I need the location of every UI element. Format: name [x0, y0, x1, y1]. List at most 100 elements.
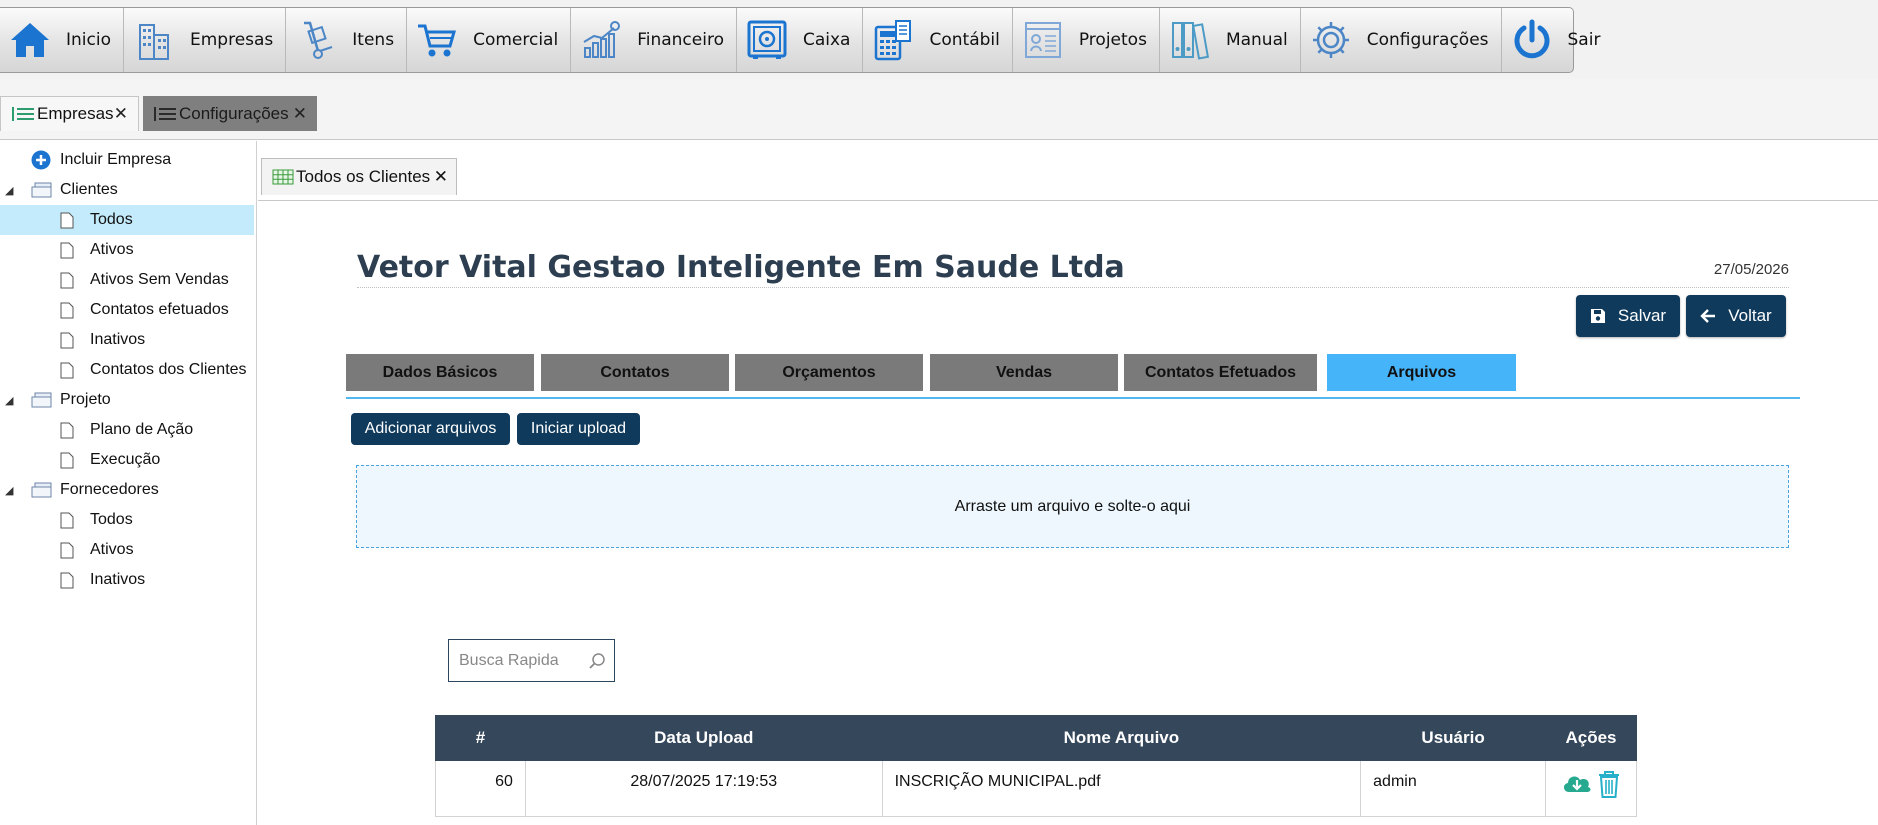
tree-item-inativos[interactable]: Inativos — [0, 325, 254, 355]
menu-manual[interactable]: Manual — [1160, 8, 1301, 72]
save-button[interactable]: Salvar — [1576, 295, 1680, 337]
column-header[interactable]: Nome Arquivo — [881, 715, 1362, 761]
page-icon — [60, 512, 74, 529]
tree-item-fornecedores-ativos[interactable]: Ativos — [0, 535, 254, 565]
tree-item-ativos-sem-vendas[interactable]: Ativos Sem Vendas — [0, 265, 254, 295]
table-header-row: # Data Upload Nome Arquivo Usuário Ações — [435, 715, 1637, 761]
tab-configuracoes[interactable]: Configurações ✕ — [143, 96, 317, 131]
list-icon — [11, 106, 35, 122]
open-tabs-strip: Empresas ✕ Configurações ✕ — [0, 79, 1878, 140]
folder-icon — [31, 182, 53, 198]
collapse-arrow-icon[interactable]: ◢ — [5, 184, 13, 197]
tree-label: Fornecedores — [60, 481, 159, 498]
tree-item-execucao[interactable]: Execução — [0, 445, 254, 475]
menu-contabil[interactable]: Contábil — [863, 8, 1013, 72]
start-upload-button[interactable]: Iniciar upload — [517, 413, 640, 445]
binders-icon — [1168, 18, 1212, 62]
menu-projetos[interactable]: Projetos — [1013, 8, 1160, 72]
search-icon[interactable] — [588, 652, 606, 675]
tree-item-fornecedores-inativos[interactable]: Inativos — [0, 565, 254, 595]
tree-add-company[interactable]: Incluir Empresa — [0, 145, 254, 175]
cell-actions — [1545, 760, 1637, 817]
tab-todos-os-clientes[interactable]: Todos os Clientes ✕ — [261, 158, 457, 195]
file-dropzone[interactable]: Arraste um arquivo e solte-o aqui — [356, 465, 1789, 548]
tree-item-fornecedores-todos[interactable]: Todos — [0, 505, 254, 535]
tree-label: Contatos dos Clientes — [90, 361, 247, 378]
page-icon — [60, 362, 74, 379]
folder-icon — [31, 392, 53, 408]
tree-item-plano-de-acao[interactable]: Plano de Ação — [0, 415, 254, 445]
sidebar-tree: Incluir Empresa ◢ Clientes Todos Ativos … — [0, 141, 257, 825]
menu-configuracoes[interactable]: Configurações — [1301, 8, 1502, 72]
tree-group-fornecedores[interactable]: ◢ Fornecedores — [0, 475, 254, 505]
add-circle-icon — [31, 150, 51, 170]
cloud-download-icon[interactable] — [1561, 771, 1593, 802]
collapse-arrow-icon[interactable]: ◢ — [5, 394, 13, 407]
page-icon — [60, 332, 74, 349]
tab-label: Todos os Clientes — [296, 167, 431, 186]
tree-item-contatos-efetuados[interactable]: Contatos efetuados — [0, 295, 254, 325]
main-menu-bar: Inicio Empresas Itens Comercial Financei… — [0, 7, 1600, 73]
menu-label: Empresas — [189, 30, 274, 50]
menu-label: Configurações — [1366, 30, 1489, 50]
home-icon — [8, 18, 52, 62]
add-files-button[interactable]: Adicionar arquivos — [351, 413, 510, 445]
arrow-left-icon — [1700, 309, 1716, 323]
search-input[interactable] — [459, 651, 579, 670]
tree-label: Ativos — [90, 241, 134, 258]
cart-icon — [415, 18, 459, 62]
menu-financeiro[interactable]: Financeiro — [571, 8, 737, 72]
menu-caixa[interactable]: Caixa — [737, 8, 864, 72]
tree-label: Ativos Sem Vendas — [90, 271, 229, 288]
table-row[interactable]: 60 28/07/2025 17:19:53 INSCRIÇÃO MUNICIP… — [435, 760, 1637, 817]
page-icon — [60, 302, 74, 319]
column-header[interactable]: Data Upload — [524, 715, 883, 761]
menu-empresas[interactable]: Empresas — [124, 8, 287, 72]
tree-label: Clientes — [60, 181, 118, 198]
tree-item-ativos[interactable]: Ativos — [0, 235, 254, 265]
menu-label: Caixa — [802, 30, 851, 50]
tab-label: Empresas — [37, 104, 114, 123]
dropzone-label: Arraste um arquivo e solte-o aqui — [954, 497, 1191, 515]
tab-label: Configurações — [179, 103, 289, 123]
menu-itens[interactable]: Itens — [286, 8, 408, 72]
menu-label: Manual — [1225, 30, 1288, 50]
back-button[interactable]: Voltar — [1686, 295, 1786, 337]
tab-contatos[interactable]: Contatos — [541, 354, 729, 391]
menu-sair[interactable]: Sair — [1502, 8, 1613, 72]
collapse-arrow-icon[interactable]: ◢ — [5, 484, 13, 497]
close-icon[interactable]: ✕ — [434, 167, 448, 187]
trash-icon[interactable] — [1597, 769, 1621, 804]
buildings-icon — [132, 18, 176, 62]
back-label: Voltar — [1728, 306, 1772, 325]
tree-item-todos[interactable]: Todos — [0, 205, 254, 235]
column-header[interactable]: # — [435, 715, 526, 761]
list-icon — [153, 106, 177, 122]
tree-label: Plano de Ação — [90, 421, 194, 438]
menu-label: Projetos — [1078, 30, 1147, 50]
menu-comercial[interactable]: Comercial — [407, 8, 572, 72]
folder-icon — [31, 482, 53, 498]
column-header: Ações — [1545, 715, 1637, 761]
tab-empresas[interactable]: Empresas ✕ — [0, 96, 139, 131]
tree-label: Inativos — [90, 571, 146, 588]
grid-icon — [272, 169, 294, 185]
tab-arquivos[interactable]: Arquivos — [1327, 354, 1516, 391]
section-tabs: Dados Básicos Contatos Orçamentos Vendas… — [346, 354, 1800, 399]
tab-contatos-efetuados[interactable]: Contatos Efetuados — [1124, 354, 1317, 391]
tree-label: Execução — [90, 451, 161, 468]
tree-label: Todos — [90, 511, 133, 528]
menu-inicio[interactable]: Inicio — [0, 8, 124, 72]
safe-icon — [745, 18, 789, 62]
close-icon[interactable]: ✕ — [114, 104, 128, 124]
column-header[interactable]: Usuário — [1360, 715, 1546, 761]
tree-item-contatos-dos-clientes[interactable]: Contatos dos Clientes — [0, 355, 254, 385]
tree-group-projeto[interactable]: ◢ Projeto — [0, 385, 254, 415]
tab-orcamentos[interactable]: Orçamentos — [735, 354, 923, 391]
close-icon[interactable]: ✕ — [293, 104, 307, 124]
tab-dados-basicos[interactable]: Dados Básicos — [346, 354, 534, 391]
page-icon — [60, 422, 74, 439]
tab-vendas[interactable]: Vendas — [930, 354, 1118, 391]
page-icon — [60, 572, 74, 589]
tree-group-clientes[interactable]: ◢ Clientes — [0, 175, 254, 205]
